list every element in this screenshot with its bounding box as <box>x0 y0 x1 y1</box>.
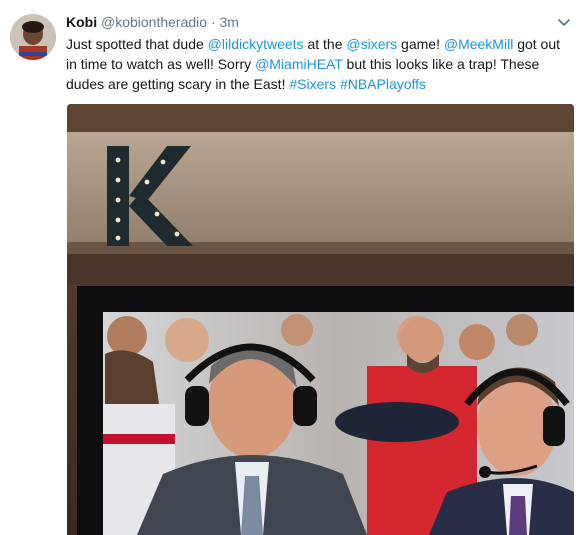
photo-scene: K <box>67 104 574 535</box>
text-segment: at the <box>303 36 347 52</box>
username[interactable]: @kobiontheradio <box>101 14 207 30</box>
avatar[interactable] <box>10 14 56 60</box>
tweet-header: Kobi @kobiontheradio · 3m <box>66 12 239 32</box>
tweet-photo[interactable]: K <box>67 104 574 535</box>
mention-meekmill[interactable]: @MeekMill <box>444 36 513 52</box>
tweet-text: Just spotted that dude @lildickytweets a… <box>66 34 566 94</box>
tv-screen <box>103 312 574 535</box>
avatar-image <box>10 14 56 60</box>
timestamp[interactable]: 3m <box>220 14 239 30</box>
tweet: Kobi @kobiontheradio · 3m Just spotted t… <box>0 0 582 535</box>
mention-lildickytweets[interactable]: @lildickytweets <box>208 36 304 52</box>
hashtag-sixers[interactable]: #Sixers <box>289 76 336 92</box>
hashtag-nbaplayoffs[interactable]: #NBAPlayoffs <box>340 76 426 92</box>
text-segment: Just spotted that dude <box>66 36 208 52</box>
mention-sixers[interactable]: @sixers <box>346 36 397 52</box>
display-name[interactable]: Kobi <box>66 14 97 30</box>
mention-miamiheat[interactable]: @MiamiHEAT <box>255 56 343 72</box>
separator: · <box>210 14 216 30</box>
text-segment: game! <box>397 36 444 52</box>
chevron-down-icon[interactable] <box>556 14 572 30</box>
